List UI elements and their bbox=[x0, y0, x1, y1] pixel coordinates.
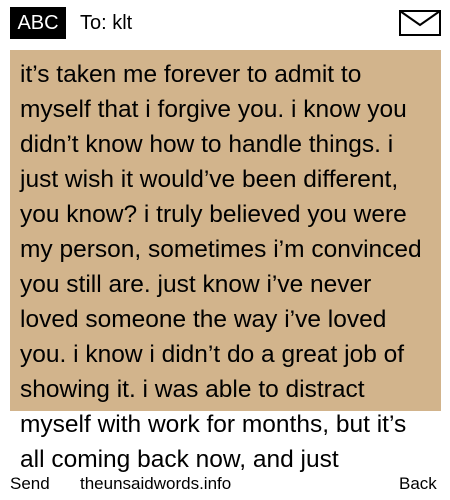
envelope-icon[interactable] bbox=[399, 10, 441, 36]
site-label: theunsaidwords.info bbox=[80, 474, 232, 493]
message-body[interactable]: it’s taken me forever to admit to myself… bbox=[20, 57, 432, 477]
message-header: ABC To: klt bbox=[0, 0, 450, 46]
phone-screen: ABC To: klt it’s taken me forever to adm… bbox=[0, 0, 450, 500]
recipient-field[interactable]: To: klt bbox=[80, 9, 132, 37]
send-button[interactable]: Send bbox=[10, 474, 50, 494]
input-mode-badge[interactable]: ABC bbox=[10, 7, 66, 39]
back-button[interactable]: Back bbox=[399, 474, 437, 494]
